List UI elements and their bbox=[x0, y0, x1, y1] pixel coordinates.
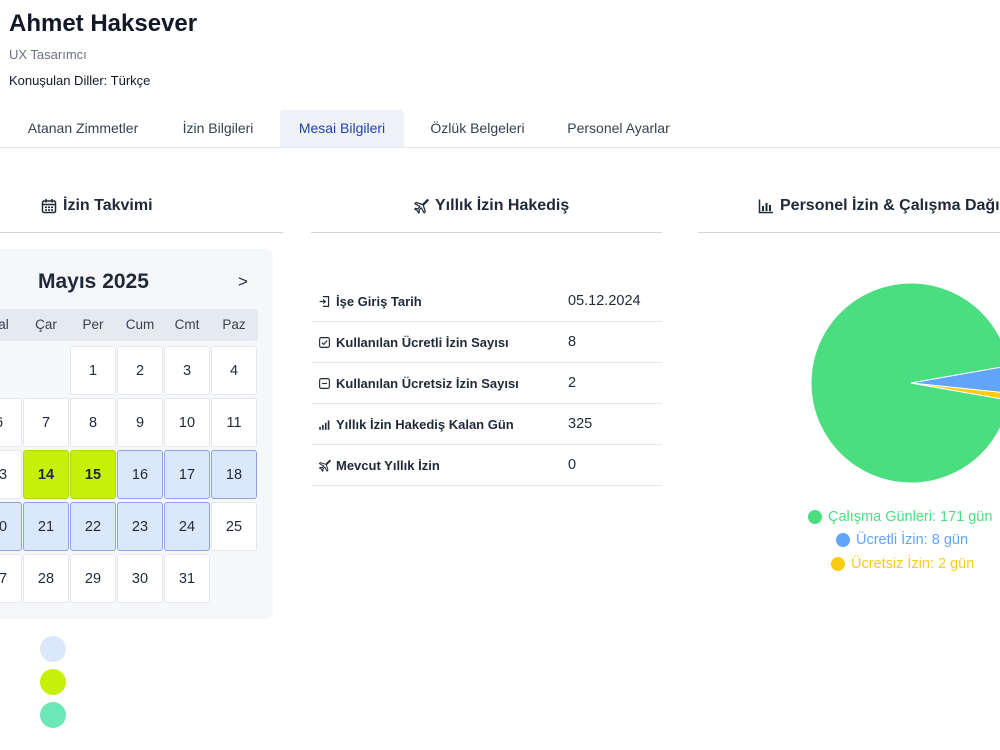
calendar-day[interactable]: 28 bbox=[23, 554, 69, 603]
weekday-label: Çar bbox=[35, 317, 57, 332]
tab-bar: Atanan Zimmetler İzin Bilgileri Mesai Bi… bbox=[0, 110, 1000, 148]
pie-legend-dot bbox=[808, 510, 822, 524]
plane-icon bbox=[318, 459, 331, 472]
calendar-day[interactable]: 10 bbox=[164, 398, 210, 447]
annual-row: İşe Giriş Tarih 05.12.2024 bbox=[311, 281, 662, 322]
legend-color-dot bbox=[40, 669, 66, 695]
pie-slice[interactable] bbox=[810, 282, 1000, 484]
calendar-day[interactable]: 15 bbox=[70, 450, 116, 499]
calendar-day[interactable]: 31 bbox=[164, 554, 210, 603]
calendar-day[interactable]: 24 bbox=[164, 502, 210, 551]
plane-icon bbox=[414, 198, 429, 214]
calendar-day[interactable]: 3 bbox=[164, 346, 210, 395]
tab-personel-ayarlar[interactable]: Personel Ayarlar bbox=[552, 110, 685, 147]
weekday-label: Paz bbox=[222, 317, 246, 332]
legend-color-dot bbox=[40, 702, 66, 728]
calendar-next-button[interactable]: > bbox=[238, 272, 248, 292]
annual-row-value: 325 bbox=[568, 416, 593, 432]
calendar-day[interactable]: 29 bbox=[70, 554, 116, 603]
distribution-section-title: Personel İzin & Çalışma Dağılım bbox=[758, 196, 1000, 216]
tab-ozluk-belgeleri[interactable]: Özlük Belgeleri bbox=[415, 110, 540, 147]
annual-row-label: Kullanılan Ücretli İzin Sayısı bbox=[318, 322, 509, 362]
legend-color-dot bbox=[40, 636, 66, 662]
bar-chart-icon bbox=[758, 199, 773, 214]
pie-legend-item[interactable]: Ücretsiz İzin: 2 gün bbox=[831, 556, 974, 572]
annual-row-text: Yıllık İzin Hakediş Kalan Gün bbox=[336, 416, 514, 432]
tab-atanan-zimmetler[interactable]: Atanan Zimmetler bbox=[10, 110, 156, 147]
calendar-day[interactable]: 20 bbox=[0, 502, 22, 551]
calendar-day[interactable]: 23 bbox=[117, 502, 163, 551]
page: Ahmet Haksever UX Tasarımcı Konuşulan Di… bbox=[0, 0, 1000, 750]
divider bbox=[698, 232, 1000, 233]
pie-legend-dot bbox=[831, 557, 845, 571]
weekday-label: Cum bbox=[125, 317, 155, 332]
calendar-day[interactable]: 2 bbox=[117, 346, 163, 395]
calendar-day[interactable]: 17 bbox=[164, 450, 210, 499]
annual-section-title: Yıllık İzin Hakediş bbox=[413, 196, 569, 216]
pie-legend-dot bbox=[836, 533, 850, 547]
annual-row-label: Yıllık İzin Hakediş Kalan Gün bbox=[318, 404, 514, 444]
annual-row-value: 0 bbox=[568, 457, 577, 473]
profile-name: Ahmet Haksever bbox=[9, 10, 198, 37]
pie-legend-item[interactable]: Çalışma Günleri: 171 gün bbox=[808, 509, 992, 525]
calendar-day[interactable]: 9 bbox=[117, 398, 163, 447]
pie-legend-item[interactable]: Ücretli İzin: 8 gün bbox=[836, 532, 968, 548]
calendar-section-title: İzin Takvimi bbox=[41, 196, 153, 216]
annual-row: Kullanılan Ücretsiz İzin Sayısı 2 bbox=[311, 363, 662, 404]
annual-row-value: 05.12.2024 bbox=[568, 293, 641, 309]
calendar-day[interactable]: 1 bbox=[70, 346, 116, 395]
divider bbox=[311, 232, 662, 233]
weekday-label: Sal bbox=[0, 317, 9, 332]
calendar-day[interactable]: 22 bbox=[70, 502, 116, 551]
annual-row-value: 8 bbox=[568, 334, 577, 350]
calendar-day[interactable]: 7 bbox=[23, 398, 69, 447]
profile-title: UX Tasarımcı bbox=[9, 47, 87, 62]
annual-row-label: İşe Giriş Tarih bbox=[318, 281, 422, 321]
distribution-title: Personel İzin & Çalışma Dağılım bbox=[780, 197, 1000, 214]
calendar-day[interactable]: 27 bbox=[0, 554, 22, 603]
calendar-day[interactable]: 6 bbox=[0, 398, 22, 447]
divider bbox=[0, 232, 283, 233]
calendar-day[interactable]: 16 bbox=[117, 450, 163, 499]
annual-row-label: Kullanılan Ücretsiz İzin Sayısı bbox=[318, 363, 519, 403]
calendar-title: İzin Takvimi bbox=[63, 197, 153, 214]
annual-row-text: İşe Giriş Tarih bbox=[336, 293, 422, 309]
pie-legend-label: Ücretsiz İzin: 2 gün bbox=[851, 556, 975, 572]
calendar-day[interactable]: 30 bbox=[117, 554, 163, 603]
annual-row-label: Mevcut Yıllık İzin bbox=[318, 445, 440, 485]
tab-izin-bilgileri[interactable]: İzin Bilgileri bbox=[165, 110, 271, 147]
signal-icon bbox=[319, 419, 330, 430]
pie-slice[interactable] bbox=[910, 366, 1000, 394]
calendar-day[interactable]: 14 bbox=[23, 450, 69, 499]
pie-legend-label: Çalışma Günleri: 171 gün bbox=[828, 509, 993, 525]
minus-square-icon bbox=[319, 377, 330, 389]
calendar-day[interactable]: 8 bbox=[70, 398, 116, 447]
annual-row-text: Kullanılan Ücretsiz İzin Sayısı bbox=[336, 375, 519, 391]
checkbox-icon bbox=[319, 336, 330, 348]
login-icon bbox=[319, 295, 330, 307]
annual-row-value: 2 bbox=[568, 375, 577, 391]
calendar-month: Mayıs 2025 bbox=[38, 270, 149, 293]
weekday-label: Per bbox=[82, 317, 104, 332]
annual-row: Yıllık İzin Hakediş Kalan Gün 325 bbox=[311, 404, 662, 445]
calendar-day[interactable]: 21 bbox=[23, 502, 69, 551]
pie-legend-label: Ücretli İzin: 8 gün bbox=[856, 532, 969, 548]
calendar-icon bbox=[41, 199, 57, 214]
weekday-label: Cmt bbox=[174, 317, 200, 332]
calendar-day[interactable]: 13 bbox=[0, 450, 22, 499]
annual-row-text: Kullanılan Ücretli İzin Sayısı bbox=[336, 334, 509, 350]
annual-title: Yıllık İzin Hakediş bbox=[435, 197, 570, 214]
pie-slice[interactable] bbox=[910, 382, 1000, 400]
calendar-day[interactable]: 18 bbox=[211, 450, 257, 499]
calendar-day[interactable]: 25 bbox=[211, 502, 257, 551]
calendar-day[interactable]: 4 bbox=[211, 346, 257, 395]
calendar-day[interactable]: 11 bbox=[211, 398, 257, 447]
tab-mesai-bilgileri[interactable]: Mesai Bilgileri bbox=[280, 110, 404, 147]
annual-row: Kullanılan Ücretli İzin Sayısı 8 bbox=[311, 322, 662, 363]
annual-row-text: Mevcut Yıllık İzin bbox=[336, 457, 440, 473]
annual-row: Mevcut Yıllık İzin 0 bbox=[311, 445, 662, 486]
profile-languages: Konuşulan Diller: Türkçe bbox=[9, 73, 151, 88]
